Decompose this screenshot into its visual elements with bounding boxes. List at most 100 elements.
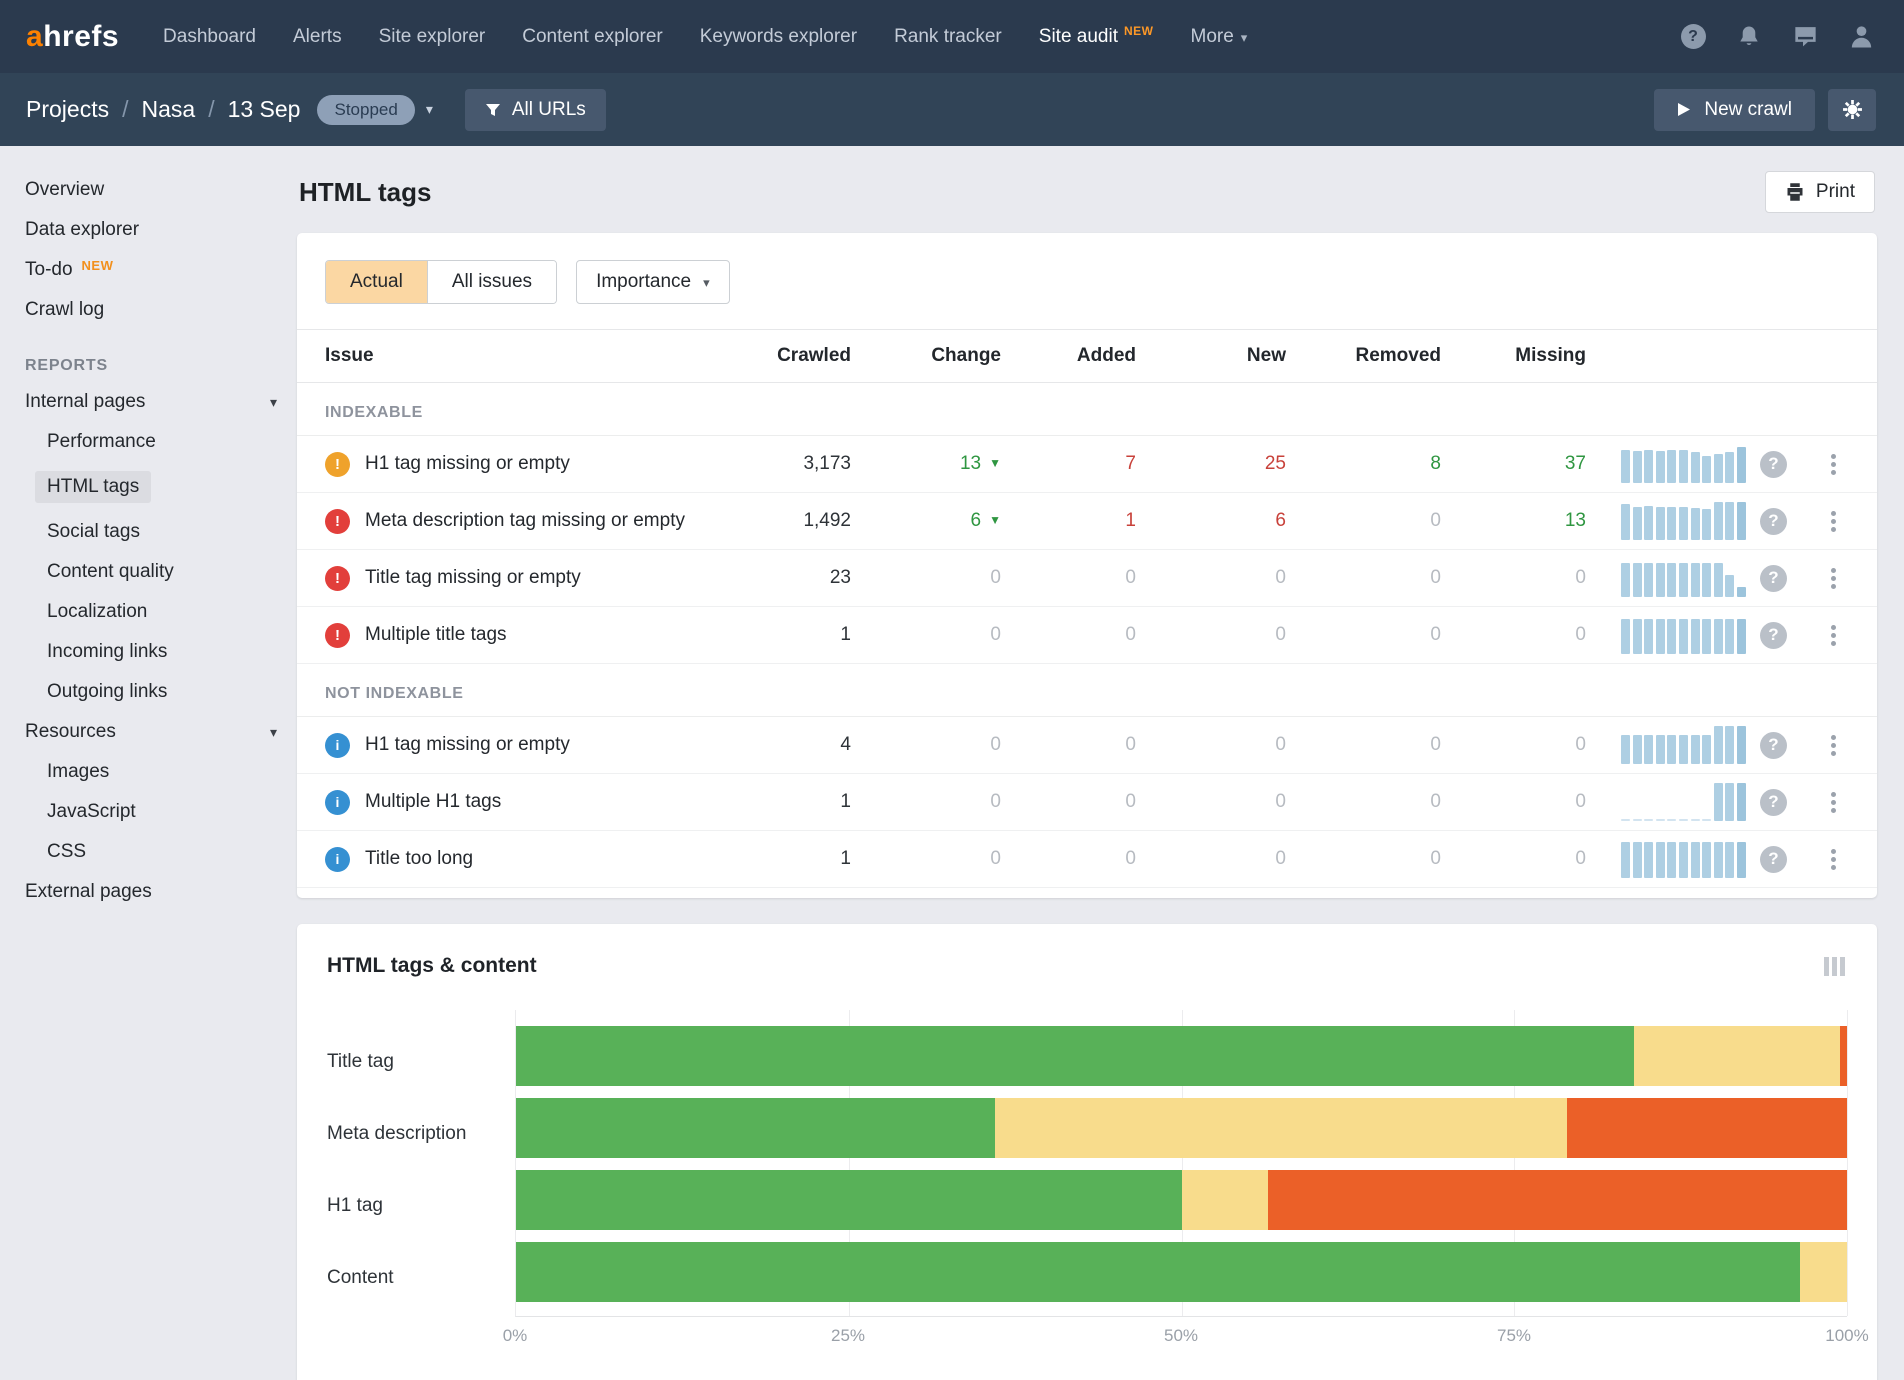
importance-dropdown[interactable]: Importance ▾	[576, 260, 730, 304]
sidebar-item-label: Overview	[25, 179, 104, 201]
column-header-crawled: Crawled	[711, 345, 851, 367]
chart-context-menu-icon[interactable]	[1822, 955, 1847, 978]
help-icon[interactable]: ?	[1760, 565, 1787, 592]
row-menu-icon[interactable]	[1826, 449, 1841, 480]
all-urls-button[interactable]: All URLs	[465, 89, 606, 131]
help-icon[interactable]: ?	[1760, 451, 1787, 478]
added-value: 1	[1001, 510, 1136, 532]
nav-item-label: Site explorer	[379, 26, 486, 48]
nav-item-more[interactable]: More▾	[1191, 26, 1248, 48]
row-menu-icon[interactable]	[1826, 506, 1841, 537]
sidebar-item-html-tags[interactable]: HTML tags	[25, 462, 277, 512]
axis-tick: 75%	[1497, 1326, 1531, 1346]
removed-value: 0	[1286, 734, 1441, 756]
row-menu-icon[interactable]	[1826, 730, 1841, 761]
sidebar-item-social-tags[interactable]: Social tags	[25, 512, 277, 552]
sidebar-item-label: Social tags	[47, 521, 140, 543]
help-icon[interactable]: ?	[1760, 622, 1787, 649]
issue-link[interactable]: H1 tag missing or empty	[365, 734, 570, 756]
issue-link[interactable]: Meta description tag missing or empty	[365, 510, 685, 532]
issue-link[interactable]: Multiple title tags	[365, 624, 507, 646]
issue-cell: i Multiple H1 tags	[297, 790, 711, 815]
trend-sparkline	[1586, 840, 1746, 878]
issue-link[interactable]: Multiple H1 tags	[365, 791, 501, 813]
help-icon[interactable]: ?	[1680, 24, 1706, 50]
info-icon: i	[325, 733, 350, 758]
nav-item-content-explorer[interactable]: Content explorer	[522, 26, 662, 48]
sidebar-item-localization[interactable]: Localization	[25, 592, 277, 632]
new-badge: NEW	[1124, 24, 1154, 38]
nav-item-dashboard[interactable]: Dashboard	[163, 26, 256, 48]
sidebar-item-performance[interactable]: Performance	[25, 422, 277, 462]
crawl-dropdown-chevron-icon[interactable]: ▾	[426, 101, 433, 118]
nav-item-keywords-explorer[interactable]: Keywords explorer	[700, 26, 857, 48]
question-mark-glyph: ?	[1681, 24, 1706, 49]
nav-item-label: Alerts	[293, 26, 342, 48]
added-value: 0	[1001, 734, 1136, 756]
segment-unique	[516, 1026, 1634, 1086]
notifications-bell-icon[interactable]	[1736, 24, 1762, 50]
inbox-icon[interactable]	[1792, 24, 1818, 50]
breadcrumb: Projects / Nasa / 13 Sep	[26, 96, 300, 123]
row-menu-icon[interactable]	[1826, 620, 1841, 651]
sidebar-item-data-explorer[interactable]: Data explorer	[25, 210, 277, 250]
print-button[interactable]: Print	[1765, 171, 1875, 213]
issue-link[interactable]: H1 tag missing or empty	[365, 453, 570, 475]
sidebar-item-outgoing-links[interactable]: Outgoing links	[25, 672, 277, 712]
row-menu-icon[interactable]	[1826, 844, 1841, 875]
trend-down-icon: ▼	[989, 513, 1001, 527]
importance-label: Importance	[596, 271, 691, 293]
chart-label-h1-tag: H1 tag	[327, 1170, 515, 1242]
breadcrumb-projects[interactable]: Projects	[26, 96, 109, 123]
stacked-bar-meta-description	[516, 1098, 1847, 1158]
sidebar-item-resources[interactable]: Resources▾	[25, 712, 277, 752]
sidebar-item-external-pages[interactable]: External pages	[25, 872, 277, 912]
help-icon[interactable]: ?	[1760, 732, 1787, 759]
settings-button[interactable]	[1828, 89, 1876, 131]
help-icon[interactable]: ?	[1760, 789, 1787, 816]
help-icon[interactable]: ?	[1760, 508, 1787, 535]
new-crawl-button[interactable]: New crawl	[1654, 89, 1815, 131]
sidebar-item-label: Localization	[47, 601, 147, 623]
breadcrumb-project-nasa[interactable]: Nasa	[141, 96, 195, 123]
chart-x-axis: 0%25%50%75%100%	[515, 1326, 1847, 1350]
segment-bad-duplicates	[1634, 1026, 1840, 1086]
nav-item-label: Rank tracker	[894, 26, 1002, 48]
trend-down-icon: ▼	[989, 456, 1001, 470]
crawled-value: 1	[711, 624, 851, 646]
sidebar-item-label: Images	[47, 761, 109, 783]
tab-all-issues[interactable]: All issues	[427, 261, 556, 303]
sidebar-item-content-quality[interactable]: Content quality	[25, 552, 277, 592]
sidebar-item-to-do[interactable]: To-doNEW	[25, 250, 277, 290]
issue-link[interactable]: Title tag missing or empty	[365, 567, 581, 589]
ahrefs-logo[interactable]: ahrefs	[26, 20, 119, 54]
nav-item-alerts[interactable]: Alerts	[293, 26, 342, 48]
help-icon[interactable]: ?	[1760, 846, 1787, 873]
nav-item-site-audit[interactable]: Site auditNEW	[1039, 26, 1154, 48]
issue-row: iMultiple H1 tags100000?	[297, 774, 1877, 831]
chevron-down-icon: ▾	[270, 394, 277, 411]
sidebar-item-internal-pages[interactable]: Internal pages▾	[25, 382, 277, 422]
segment-bad-duplicates	[1182, 1170, 1269, 1230]
sidebar-item-css[interactable]: CSS	[25, 832, 277, 872]
issue-cell: iTitle too long	[297, 847, 711, 872]
sidebar-item-overview[interactable]: Overview	[25, 170, 277, 210]
tab-actual[interactable]: Actual	[326, 261, 427, 303]
account-icon[interactable]	[1848, 24, 1874, 50]
row-menu-icon[interactable]	[1826, 563, 1841, 594]
crawled-value: 1	[711, 848, 851, 870]
sidebar-item-label: To-do	[25, 259, 73, 281]
issue-link[interactable]: Title too long	[365, 848, 473, 870]
sidebar-item-images[interactable]: Images	[25, 752, 277, 792]
nav-item-site-explorer[interactable]: Site explorer	[379, 26, 486, 48]
stacked-bar-h1-tag	[516, 1170, 1847, 1230]
sidebar-item-incoming-links[interactable]: Incoming links	[25, 632, 277, 672]
segment-bad-duplicates	[995, 1098, 1567, 1158]
sidebar-item-label: CSS	[47, 841, 86, 863]
row-menu-icon[interactable]	[1826, 787, 1841, 818]
info-icon: i	[325, 790, 350, 815]
sidebar-item-crawl-log[interactable]: Crawl log	[25, 290, 277, 330]
nav-item-rank-tracker[interactable]: Rank tracker	[894, 26, 1002, 48]
sidebar-item-javascript[interactable]: JavaScript	[25, 792, 277, 832]
segment-bad-duplicates	[1800, 1242, 1847, 1302]
